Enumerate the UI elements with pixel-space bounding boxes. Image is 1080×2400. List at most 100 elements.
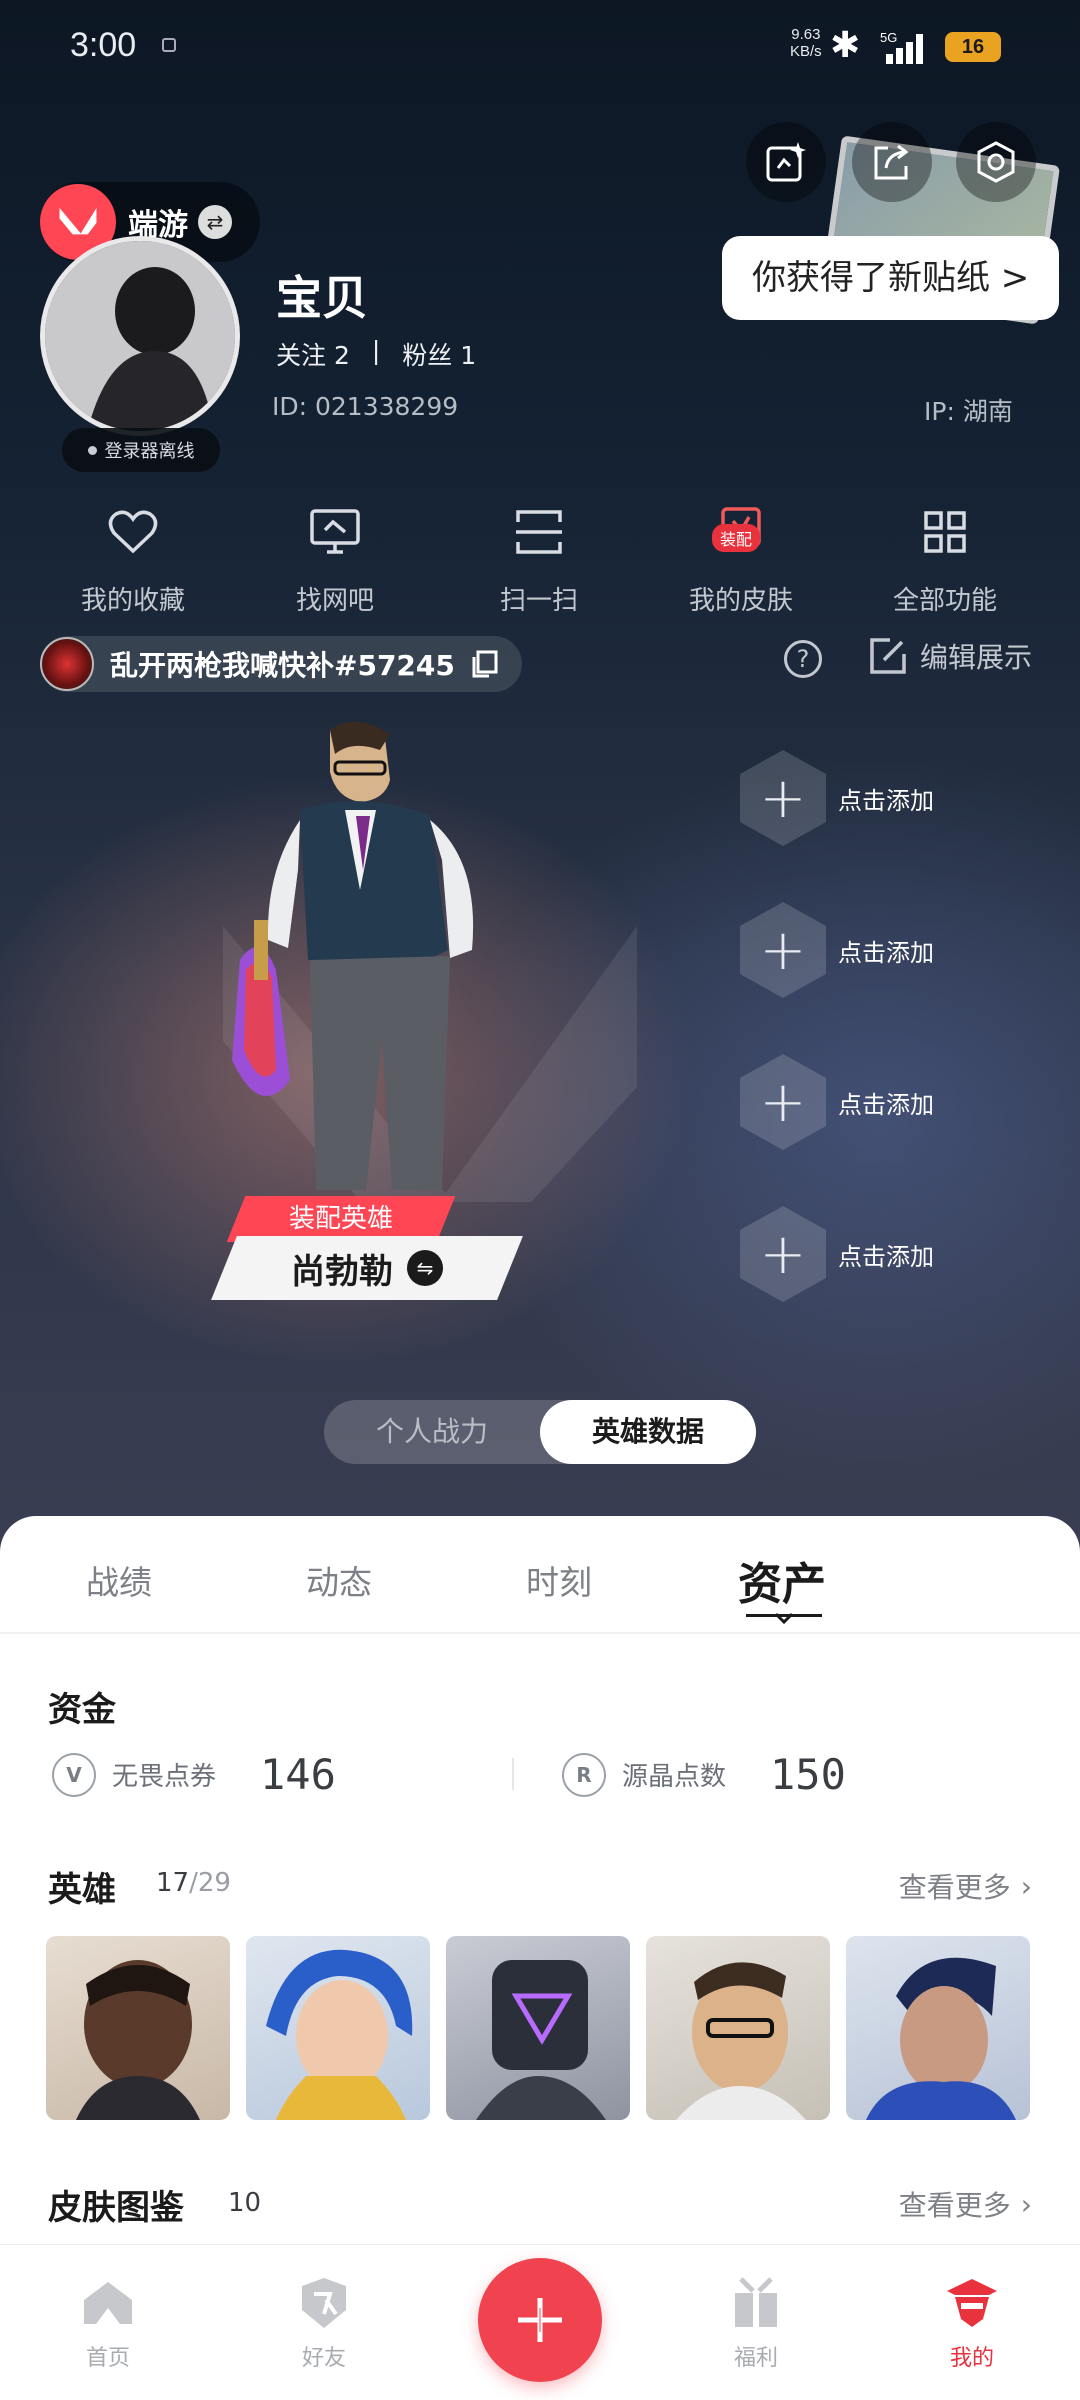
help-icon[interactable]: ?: [784, 640, 822, 678]
nickname: 宝贝: [276, 271, 368, 325]
shortcut-label: 我的收藏: [80, 586, 185, 616]
shortcut-label: 我的皮肤: [688, 586, 793, 616]
new-sticker-tooltip[interactable]: 你获得了新贴纸 >: [722, 236, 1060, 320]
agents-see-more[interactable]: 查看更多 ›: [899, 1866, 1032, 1906]
monitor-icon: [310, 509, 360, 554]
equip-badge: 装配: [712, 524, 761, 552]
nav-home[interactable]: 首页: [48, 2272, 168, 2372]
bluetooth-icon: ✱: [830, 25, 861, 66]
profile-icon: [947, 2279, 997, 2327]
shortcut-label: 全部功能: [892, 586, 997, 616]
shortcut-label: 扫一扫: [499, 586, 578, 616]
agent-card-5[interactable]: [846, 1936, 1030, 2120]
shortcut-favorites[interactable]: 我的收藏: [58, 500, 208, 617]
agent-name: 尚勃勒: [291, 1251, 393, 1292]
network-speed: 9.63 KB/s: [790, 26, 822, 60]
nav-label: 首页: [85, 2346, 130, 2371]
skins-see-more[interactable]: 查看更多 ›: [899, 2184, 1032, 2224]
photo-edit-icon: [766, 142, 806, 182]
nav-label: 我的: [949, 2346, 994, 2371]
tab-chevron-icon: [774, 1612, 794, 1624]
shortcut-scan[interactable]: 扫一扫: [464, 500, 614, 617]
toggle-agent-data[interactable]: 英雄数据: [540, 1400, 756, 1464]
shortcut-my-skins[interactable]: 装配 我的皮肤: [666, 500, 816, 617]
following-count[interactable]: 关注 2: [276, 336, 350, 372]
agents-title: 英雄: [48, 1870, 116, 1910]
radianite-points-icon: R: [562, 1752, 606, 1797]
shortcut-all-features[interactable]: 全部功能: [870, 500, 1020, 617]
tab-moments[interactable]: 时刻: [526, 1556, 592, 1604]
agent-card-4[interactable]: [646, 1936, 830, 2120]
grid-icon: [924, 511, 966, 553]
follow-separator: |: [371, 336, 381, 365]
shortcut-label: 找网吧: [295, 586, 374, 616]
player-tag[interactable]: 乱开两枪我喊快补#57245: [40, 636, 522, 692]
copy-icon[interactable]: [469, 649, 499, 679]
nav-benefits[interactable]: 福利: [696, 2272, 816, 2372]
plus-icon: +: [740, 902, 826, 998]
agent-card-1[interactable]: [46, 1936, 230, 2120]
signal-icon: 5G: [880, 30, 932, 66]
settings-button[interactable]: [956, 122, 1036, 202]
notification-icon: [162, 38, 176, 52]
tab-match-record[interactable]: 战绩: [86, 1556, 152, 1604]
agents-count: 17/29: [156, 1868, 231, 1898]
skins-count: 10: [228, 2188, 262, 2218]
equipped-agent-name-plate[interactable]: 尚勃勒 ⇋: [211, 1236, 523, 1300]
network-speed-unit: KB/s: [790, 43, 822, 60]
agent-card-2[interactable]: [246, 1936, 430, 2120]
add-slot-4[interactable]: + 点击添加: [740, 1206, 1040, 1302]
tab-divider: [0, 1632, 1080, 1634]
agents-separator: /: [189, 1868, 198, 1898]
rp-value: 150: [770, 1750, 846, 1799]
add-slot-3[interactable]: + 点击添加: [740, 1054, 1040, 1150]
skins-title: 皮肤图鉴: [48, 2188, 184, 2228]
player-card-avatar: [40, 637, 94, 691]
share-icon: [874, 144, 909, 180]
swap-icon: ⇄: [198, 205, 232, 239]
share-button[interactable]: [852, 122, 932, 202]
photo-edit-button[interactable]: [746, 122, 826, 202]
create-post-button[interactable]: [478, 2258, 602, 2382]
gift-icon: [735, 2277, 777, 2327]
edit-icon: [870, 638, 906, 674]
plus-icon: +: [740, 1206, 826, 1302]
toggle-personal-power[interactable]: 个人战力: [324, 1400, 540, 1464]
agents-owned: 17: [156, 1868, 190, 1898]
tab-activity[interactable]: 动态: [306, 1556, 372, 1604]
follow-stats: 关注 2 | 粉丝 1: [276, 336, 476, 372]
nav-label: 福利: [733, 2346, 778, 2371]
home-icon: [84, 2282, 132, 2324]
agents-total: 29: [197, 1868, 231, 1898]
agent-card-3[interactable]: [446, 1936, 630, 2120]
ip-location: IP: 湖南: [924, 397, 1013, 426]
swap-agent-icon[interactable]: ⇋: [407, 1250, 443, 1286]
status-time: 3:00: [70, 26, 137, 64]
chevron-right-icon: ›: [1020, 2187, 1032, 2221]
vp-balance: V 无畏点券 146: [52, 1750, 336, 1799]
user-id: ID: 021338299: [272, 392, 459, 421]
fans-count[interactable]: 粉丝 1: [402, 336, 476, 372]
edit-showcase-label: 编辑展示: [920, 641, 1033, 674]
heart-icon: [108, 510, 158, 554]
add-slot-2[interactable]: + 点击添加: [740, 902, 1040, 998]
add-slot-1[interactable]: + 点击添加: [740, 750, 1040, 846]
nav-label: 好友: [301, 2346, 346, 2371]
plus-icon: +: [740, 1054, 826, 1150]
currency-divider: [512, 1758, 514, 1790]
add-slot-label: 点击添加: [838, 1090, 934, 1119]
shortcut-internet-cafe[interactable]: 找网吧: [260, 500, 410, 617]
status-dot-icon: [87, 445, 97, 455]
avatar[interactable]: [40, 236, 240, 436]
plus-icon: +: [740, 750, 826, 846]
edit-showcase-button[interactable]: 编辑展示: [868, 636, 1032, 676]
battery-indicator: 16: [945, 32, 1001, 62]
nav-profile[interactable]: 我的: [912, 2272, 1032, 2372]
nav-friends[interactable]: 好友: [264, 2272, 384, 2372]
rp-label: 源晶点数: [622, 1762, 727, 1792]
vp-label: 无畏点券: [112, 1762, 217, 1792]
gear-icon: [977, 141, 1015, 183]
add-slot-label: 点击添加: [838, 1242, 934, 1271]
tab-assets[interactable]: 资产: [738, 1548, 826, 1612]
vp-value: 146: [260, 1750, 336, 1799]
